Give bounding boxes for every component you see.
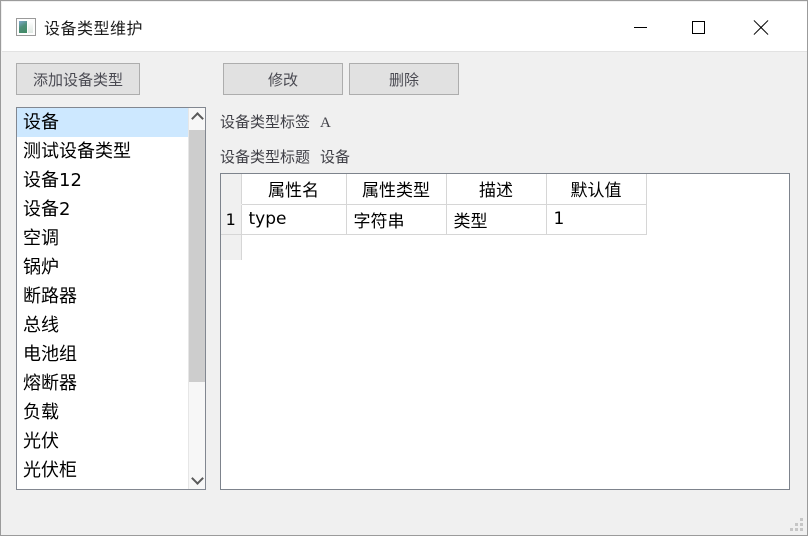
close-button[interactable] — [737, 3, 784, 52]
device-type-label-row: 设备类型标签 A — [220, 111, 331, 132]
row-header-corner — [221, 174, 242, 205]
title-bar: 设备类型维护 — [2, 2, 807, 52]
cell-attribute-type[interactable]: 字符串 — [346, 204, 447, 235]
list-item[interactable]: 断路器 — [17, 282, 189, 311]
app-icon-left-pane — [19, 21, 28, 33]
list-item[interactable]: 设备12 — [17, 166, 189, 195]
column-header-type[interactable]: 属性类型 — [346, 174, 447, 205]
minimize-icon — [634, 27, 647, 28]
list-item[interactable]: 熔断器 — [17, 369, 189, 398]
list-item[interactable]: 光伏柜 — [17, 456, 189, 485]
list-item[interactable]: 锅炉 — [17, 253, 189, 282]
chevron-down-icon — [191, 472, 204, 485]
device-type-maintenance-window: 设备类型维护 添加设备类型 修改 删除 设备 测试设备类型 设备12 设备2 空… — [0, 0, 808, 536]
list-item[interactable]: 设备 — [17, 108, 189, 137]
list-item[interactable]: 测试设备类型 — [17, 137, 189, 166]
window-title: 设备类型维护 — [44, 21, 144, 38]
scroll-down-button[interactable] — [189, 471, 205, 489]
list-item[interactable]: 设备2 — [17, 195, 189, 224]
device-type-label-caption: 设备类型标签 — [220, 115, 311, 131]
table-filler-row — [221, 234, 646, 260]
cell-attribute-default[interactable]: 1 — [546, 204, 647, 235]
app-icon-right-pane — [28, 21, 33, 33]
chevron-up-icon — [191, 112, 204, 125]
device-type-title-value: 设备 — [320, 150, 351, 166]
filler-row-header — [221, 234, 242, 260]
list-item[interactable]: 电池组 — [17, 340, 189, 369]
list-item[interactable]: 总线 — [17, 311, 189, 340]
device-type-title-caption: 设备类型标题 — [220, 150, 311, 166]
device-type-list-items: 设备 测试设备类型 设备12 设备2 空调 锅炉 断路器 总线 电池组 熔断器 … — [17, 108, 189, 489]
column-header-name[interactable]: 属性名 — [241, 174, 347, 205]
add-device-type-button[interactable]: 添加设备类型 — [16, 63, 140, 95]
attributes-table-body: 1 type 字符串 类型 1 — [221, 204, 647, 260]
list-item[interactable]: 光伏 — [17, 427, 189, 456]
delete-button[interactable]: 删除 — [349, 63, 459, 95]
attributes-table-head: 属性名 属性类型 描述 默认值 — [221, 174, 647, 205]
cell-attribute-description[interactable]: 类型 — [446, 204, 547, 235]
close-icon — [753, 20, 769, 36]
device-type-title-row: 设备类型标题 设备 — [220, 146, 350, 167]
minimize-button[interactable] — [617, 3, 664, 52]
list-item[interactable]: 变压器 — [17, 485, 189, 489]
list-item[interactable]: 负载 — [17, 398, 189, 427]
column-header-default[interactable]: 默认值 — [546, 174, 647, 205]
maximize-icon — [692, 21, 705, 34]
resize-grip-icon[interactable] — [790, 518, 803, 531]
modify-button[interactable]: 修改 — [223, 63, 343, 95]
list-item[interactable]: 空调 — [17, 224, 189, 253]
list-scrollbar[interactable] — [188, 108, 205, 489]
row-index-cell: 1 — [221, 204, 242, 235]
maximize-button[interactable] — [675, 3, 722, 52]
filler-cell — [241, 234, 646, 260]
scrollbar-thumb[interactable] — [189, 130, 205, 382]
attributes-table-panel[interactable]: 属性名 属性类型 描述 默认值 1 type 字符串 类型 1 — [220, 173, 790, 490]
table-header-row: 属性名 属性类型 描述 默认值 — [221, 174, 647, 205]
cell-attribute-name[interactable]: type — [241, 204, 347, 235]
column-header-description[interactable]: 描述 — [446, 174, 547, 205]
scroll-up-button[interactable] — [189, 108, 205, 126]
table-row[interactable]: 1 type 字符串 类型 1 — [221, 204, 647, 235]
device-type-list[interactable]: 设备 测试设备类型 设备12 设备2 空调 锅炉 断路器 总线 电池组 熔断器 … — [16, 107, 206, 490]
device-type-label-value: A — [320, 115, 331, 131]
attributes-table: 属性名 属性类型 描述 默认值 1 type 字符串 类型 1 — [221, 174, 647, 260]
app-window-icon — [16, 18, 36, 36]
